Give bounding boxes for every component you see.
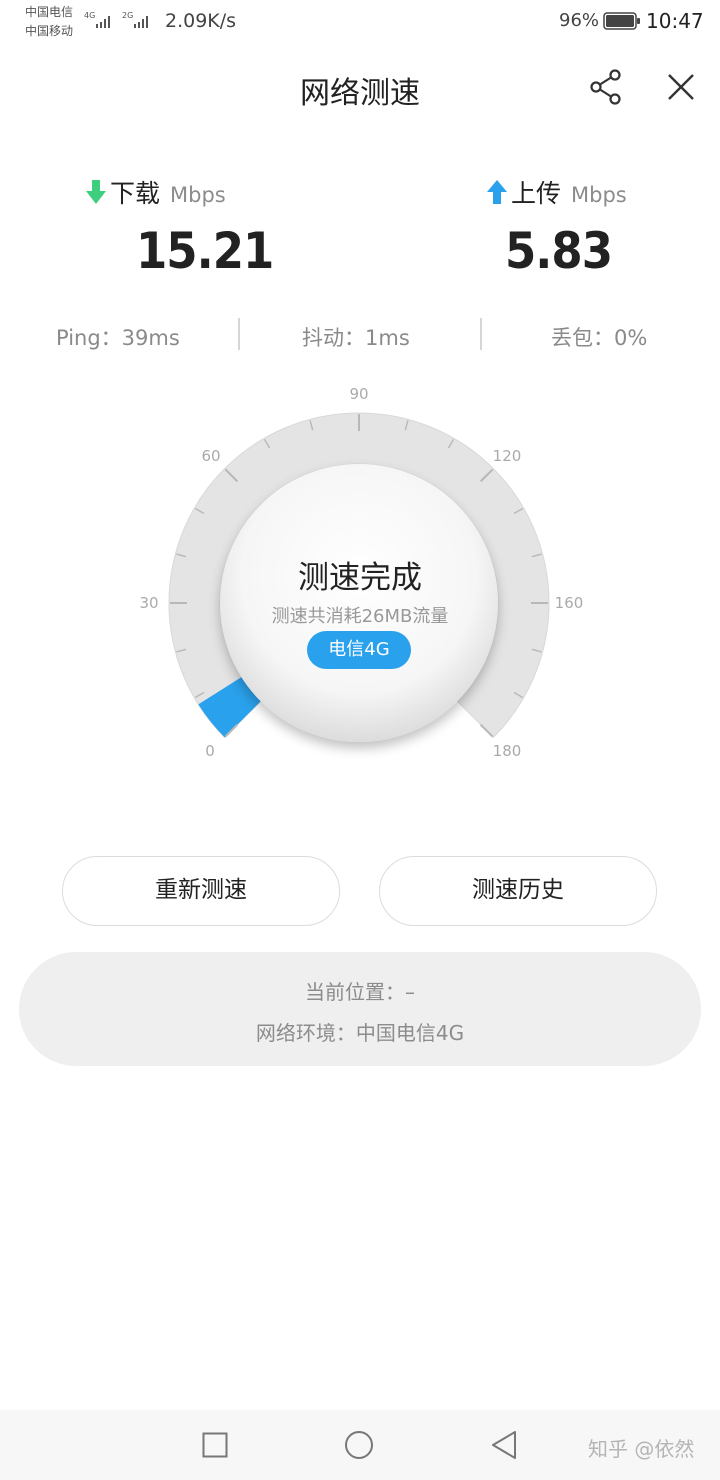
battery-icon bbox=[603, 12, 640, 30]
recent-apps-icon[interactable] bbox=[202, 1432, 228, 1458]
download-value: 15.21 bbox=[136, 222, 274, 280]
retest-button[interactable]: 重新测速 bbox=[62, 856, 340, 926]
share-icon[interactable] bbox=[588, 69, 624, 105]
battery-percent: 96% bbox=[559, 10, 600, 31]
clock: 10:47 bbox=[646, 9, 704, 33]
upload-arrow-icon bbox=[487, 180, 507, 204]
carrier-2: 中国移动 bbox=[25, 24, 74, 38]
download-unit: Mbps bbox=[170, 183, 226, 207]
scale-label-90: 90 bbox=[349, 385, 368, 403]
scale-label-120: 120 bbox=[493, 447, 522, 465]
test-status: 测速完成 bbox=[298, 560, 422, 596]
network-env-text: 网络环境：中国电信4G bbox=[255, 1021, 465, 1045]
scale-label-180: 180 bbox=[493, 742, 522, 760]
svg-text:4G: 4G bbox=[84, 11, 95, 20]
watermark: 知乎 @依然 bbox=[588, 1437, 695, 1461]
data-usage: 测速共消耗26MB流量 bbox=[271, 606, 449, 627]
signal-icon: 4G 2G bbox=[84, 11, 148, 28]
upload-unit: Mbps bbox=[571, 183, 627, 207]
upload-header: 上传 Mbps bbox=[487, 174, 627, 210]
carrier-1: 中国电信 bbox=[25, 5, 74, 19]
back-icon[interactable] bbox=[490, 1430, 518, 1460]
network-speed: 2.09K/s bbox=[165, 10, 237, 32]
network-info-card: 当前位置：– 网络环境：中国电信4G bbox=[19, 952, 701, 1066]
upload-value: 5.83 bbox=[505, 222, 613, 280]
divider bbox=[238, 318, 240, 350]
scale-label-60: 60 bbox=[201, 447, 220, 465]
history-button[interactable]: 测速历史 bbox=[379, 856, 657, 926]
divider bbox=[480, 318, 482, 350]
stats-row: Ping：39ms 抖动：1ms 丢包：0% bbox=[0, 318, 720, 352]
download-header: 下载 Mbps bbox=[86, 174, 226, 210]
scale-label-160: 160 bbox=[555, 594, 584, 612]
ping-stat: Ping：39ms bbox=[56, 326, 180, 350]
svg-text:2G: 2G bbox=[122, 11, 133, 20]
packet-loss-stat: 丢包：0% bbox=[551, 326, 648, 350]
upload-label: 上传 bbox=[511, 179, 562, 208]
jitter-stat: 抖动：1ms bbox=[302, 326, 410, 350]
location-text: 当前位置：– bbox=[305, 980, 415, 1004]
close-icon[interactable] bbox=[666, 72, 696, 102]
home-icon[interactable] bbox=[344, 1430, 374, 1460]
download-arrow-icon bbox=[86, 180, 106, 204]
download-label: 下载 bbox=[110, 179, 161, 208]
scale-label-30: 30 bbox=[139, 594, 158, 612]
network-badge: 电信4G bbox=[307, 631, 411, 669]
status-bar: 中国电信 中国移动 4G 2G 2.09K/s 96% 10:47 bbox=[0, 0, 720, 44]
scale-label-0: 0 bbox=[205, 742, 215, 760]
